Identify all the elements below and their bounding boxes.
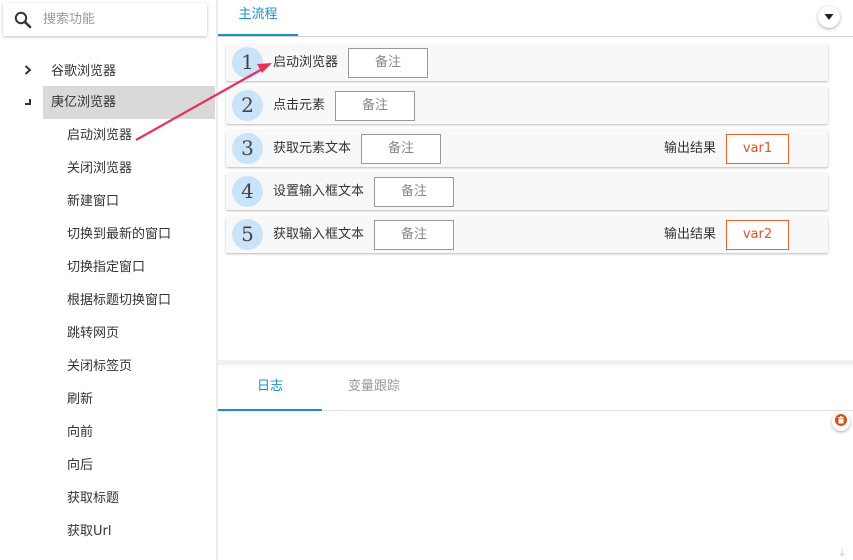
sub-item-forward[interactable]: 向前 [67,416,93,449]
scroll-down-icon[interactable]: ↓ [838,548,846,559]
log-tabs: 日志 变量跟踪 [218,365,853,411]
sub-item-switch-latest-window[interactable]: 切换到最新的窗口 [67,218,171,251]
sub-item-launch-browser[interactable]: 启动浏览器 [67,119,132,152]
main-panel: 主流程 1 启动浏览器 备注 2 点击元素 备注 3 获取元素文本 备注 输出结… [218,0,853,560]
output-variable[interactable]: var2 [726,220,789,250]
tree-group-label: 庚亿浏览器 [43,86,215,119]
search-input[interactable] [43,12,193,27]
step-title: 获取输入框文本 [273,227,365,242]
step-number: 4 [232,176,263,207]
sub-item-get-title[interactable]: 获取标题 [67,482,119,515]
search-box[interactable] [3,3,207,36]
step-number: 1 [232,47,263,78]
chevron-right-icon[interactable] [0,64,43,75]
sub-item-refresh[interactable]: 刷新 [67,383,93,416]
trash-icon [835,414,847,430]
tree-group-label: 谷歌浏览器 [51,64,117,79]
step-number: 3 [232,133,263,164]
note-button[interactable]: 备注 [348,48,428,78]
clear-log-button[interactable] [832,413,850,431]
step-number: 5 [232,219,263,250]
flow-step-5[interactable]: 5 获取输入框文本 备注 输出结果 var2 [226,216,828,253]
collapse-button[interactable] [818,6,840,28]
step-title: 启动浏览器 [273,55,339,70]
sub-item-goto-url[interactable]: 跳转网页 [67,317,119,350]
tree-group-chrome[interactable]: 谷歌浏览器 [0,53,216,86]
output-variable[interactable]: var1 [726,134,789,164]
step-title: 获取元素文本 [273,141,352,156]
step-number: 2 [232,90,263,121]
caret-down-icon [824,10,834,25]
sub-item-close-browser[interactable]: 关闭浏览器 [67,152,132,185]
output-label: 输出结果 [664,141,717,156]
output-label: 输出结果 [664,227,717,242]
sidebar: 谷歌浏览器 庚亿浏览器 启动浏览器 关闭浏览器 新建窗口 切换到最新的窗口 切换… [0,0,216,560]
sub-item-close-tab[interactable]: 关闭标签页 [67,350,132,383]
step-title: 点击元素 [273,98,326,113]
sub-item-switch-by-title[interactable]: 根据标题切换窗口 [67,284,171,317]
flow-steps: 1 启动浏览器 备注 2 点击元素 备注 3 获取元素文本 备注 输出结果 va… [218,37,853,360]
flow-step-1[interactable]: 1 启动浏览器 备注 [226,44,828,81]
tree-group-gengyi[interactable]: 庚亿浏览器 [0,86,216,119]
note-button[interactable]: 备注 [374,177,454,207]
flow-tabs: 主流程 [218,0,853,37]
flow-step-2[interactable]: 2 点击元素 备注 [226,87,828,124]
log-panel: 日志 变量跟踪 ↓ [218,365,853,560]
tab-main-flow[interactable]: 主流程 [218,0,298,36]
note-button[interactable]: 备注 [374,220,454,250]
tab-log[interactable]: 日志 [218,365,322,411]
chevron-down-icon[interactable] [0,98,43,108]
note-button[interactable]: 备注 [361,134,441,164]
sub-item-get-url[interactable]: 获取Url [67,515,111,548]
sub-item-new-window[interactable]: 新建窗口 [67,185,119,218]
search-icon [3,11,43,29]
flow-step-3[interactable]: 3 获取元素文本 备注 输出结果 var1 [226,130,828,167]
sub-item-switch-window[interactable]: 切换指定窗口 [67,251,145,284]
step-title: 设置输入框文本 [273,184,365,199]
flow-step-4[interactable]: 4 设置输入框文本 备注 [226,173,828,210]
sub-item-back[interactable]: 向后 [67,449,93,482]
tab-variable-tracking[interactable]: 变量跟踪 [322,365,426,411]
note-button[interactable]: 备注 [335,91,415,121]
